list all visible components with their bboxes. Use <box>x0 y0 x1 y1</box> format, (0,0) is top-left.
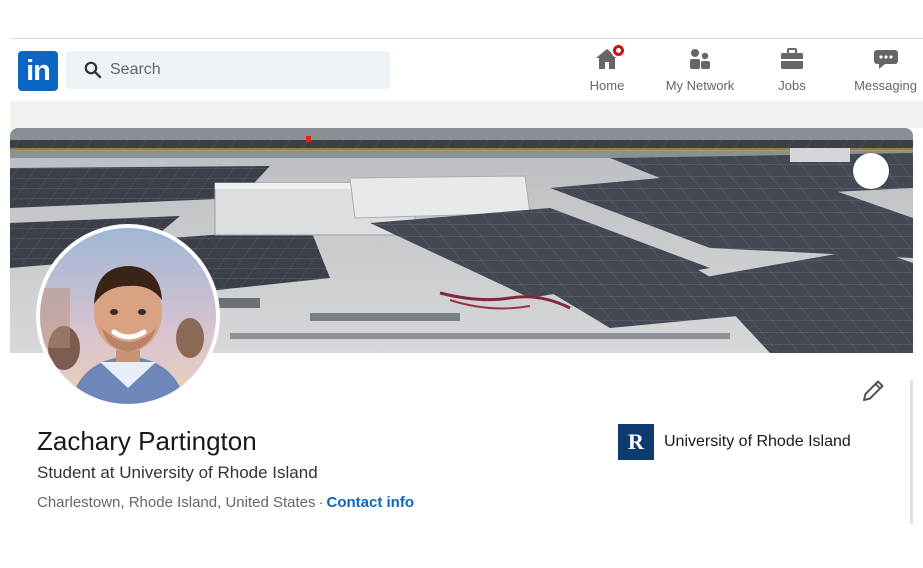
uri-logo: R <box>618 424 654 460</box>
nav-home[interactable]: Home <box>584 43 630 97</box>
location-row: Charlestown, Rhode Island, United States… <box>37 494 414 511</box>
card-edge <box>910 380 913 524</box>
home-icon <box>594 43 626 71</box>
search-bar[interactable] <box>66 51 390 89</box>
chat-icon <box>873 47 899 71</box>
profile-card: Zachary Partington Student at University… <box>10 128 913 524</box>
briefcase-icon <box>779 47 805 71</box>
search-icon <box>84 61 102 79</box>
nav-home-label: Home <box>589 78 625 93</box>
nav-network-label: My Network <box>665 78 735 93</box>
school-name: University of Rhode Island <box>664 433 851 450</box>
nav-messaging[interactable]: Messaging <box>848 47 923 97</box>
edit-intro-button[interactable] <box>860 378 886 404</box>
nav-jobs[interactable]: Jobs <box>774 47 810 97</box>
nav-jobs-label: Jobs <box>778 78 806 93</box>
education-entry[interactable]: R University of Rhode Island <box>618 424 851 460</box>
page-background <box>10 101 923 128</box>
profile-name: Zachary Partington <box>37 426 257 456</box>
nav-my-network[interactable]: My Network <box>660 47 740 97</box>
profile-headline: Student at University of Rhode Island <box>37 463 318 482</box>
global-nav: in Home <box>10 39 923 101</box>
edit-cover-button[interactable] <box>853 153 889 189</box>
linkedin-profile-page: in Home <box>0 0 923 568</box>
nav-messaging-label: Messaging <box>854 78 917 93</box>
profile-location: Charlestown, Rhode Island, United States <box>37 494 316 511</box>
pencil-icon <box>863 163 913 388</box>
pencil-icon <box>863 380 884 401</box>
profile-photo[interactable] <box>36 224 220 408</box>
linkedin-logo[interactable]: in <box>18 51 58 91</box>
location-separator: · <box>318 494 324 511</box>
contact-info-link[interactable]: Contact info <box>327 494 415 511</box>
search-input[interactable] <box>110 51 380 89</box>
notification-badge <box>611 43 626 58</box>
people-icon <box>687 47 713 71</box>
